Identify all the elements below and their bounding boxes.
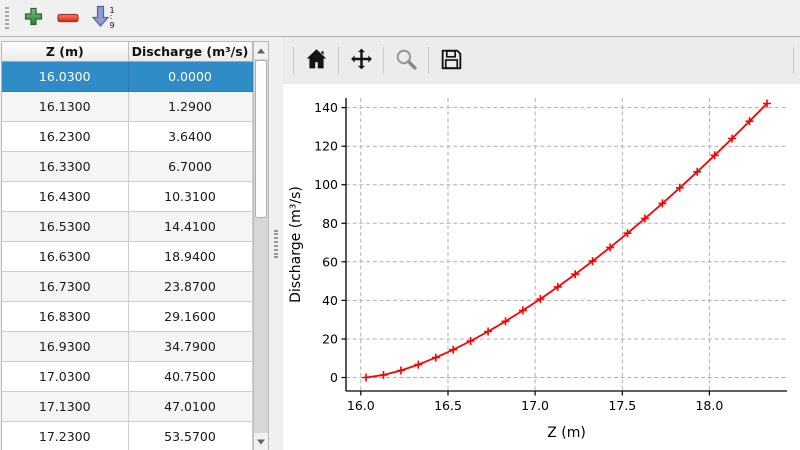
table-cell[interactable]: 16.1300 xyxy=(2,91,128,121)
rating-table: Z (m) Discharge (m³/s) 16.03000.000016.1… xyxy=(2,42,253,450)
magnifier-icon xyxy=(394,47,419,75)
table-cell[interactable]: 10.3100 xyxy=(128,181,252,211)
scrollbar-thumb[interactable] xyxy=(255,60,268,218)
table-cell[interactable]: 34.7900 xyxy=(128,331,252,361)
svg-text:Discharge (m³/s): Discharge (m³/s) xyxy=(288,186,304,303)
table-cell[interactable]: 16.6300 xyxy=(2,241,128,271)
minus-icon xyxy=(57,11,79,26)
table-cell[interactable]: 6.7000 xyxy=(128,151,252,181)
table-cell[interactable]: 17.1300 xyxy=(2,391,128,421)
splitter-handle-icon xyxy=(274,230,278,258)
toolbar-separator xyxy=(293,47,294,74)
svg-text:140: 140 xyxy=(314,100,338,115)
table-cell[interactable]: 17.2300 xyxy=(2,421,128,450)
main-toolbar: 1 9 xyxy=(0,0,800,37)
table-cell[interactable]: 16.2300 xyxy=(2,121,128,151)
table-cell[interactable]: 17.0300 xyxy=(2,361,128,391)
svg-text:17.5: 17.5 xyxy=(608,398,636,413)
svg-text:18.0: 18.0 xyxy=(695,398,723,413)
discharge-rating-chart[interactable]: 16.0 16.5 17.0 17.5 18.0 0 20 40 60 80 100 120 140 Z … xyxy=(283,84,800,450)
table-row[interactable]: 16.930034.7900 xyxy=(2,331,252,361)
home-view-button[interactable] xyxy=(301,46,331,76)
app-window: 1 9 Z (m) Discharge (m³/s) 16.03000.0000… xyxy=(0,0,800,450)
svg-text:60: 60 xyxy=(322,254,338,269)
table-row[interactable]: 16.730023.8700 xyxy=(2,271,252,301)
panel-splitter[interactable] xyxy=(269,37,283,450)
remove-row-button[interactable] xyxy=(55,5,81,31)
column-header-z[interactable]: Z (m) xyxy=(2,42,128,61)
table-row[interactable]: 16.23003.6400 xyxy=(2,121,252,151)
table-row[interactable]: 16.530014.4100 xyxy=(2,211,252,241)
table-cell[interactable]: 16.8300 xyxy=(2,301,128,331)
toolbar-separator xyxy=(383,47,384,74)
table-cell[interactable]: 1.2900 xyxy=(128,91,252,121)
table-cell[interactable]: 0.0000 xyxy=(128,61,252,91)
svg-text:16.0: 16.0 xyxy=(347,398,375,413)
main-content: Z (m) Discharge (m³/s) 16.03000.000016.1… xyxy=(0,37,800,450)
table-row[interactable]: 16.33006.7000 xyxy=(2,151,252,181)
table-cell[interactable]: 29.1600 xyxy=(128,301,252,331)
pan-button[interactable] xyxy=(346,46,376,76)
toolbar-separator xyxy=(338,47,339,74)
add-row-button[interactable] xyxy=(20,5,46,31)
table-row[interactable]: 17.230053.5700 xyxy=(2,421,252,450)
svg-text:20: 20 xyxy=(322,332,338,347)
svg-text:120: 120 xyxy=(314,139,338,154)
svg-text:0: 0 xyxy=(330,370,338,385)
figure-canvas[interactable]: 16.0 16.5 17.0 17.5 18.0 0 20 40 60 80 100 120 140 Z … xyxy=(283,84,800,450)
table-row[interactable]: 16.830029.1600 xyxy=(2,301,252,331)
table-cell[interactable]: 16.4300 xyxy=(2,181,128,211)
chart-panel: 16.0 16.5 17.0 17.5 18.0 0 20 40 60 80 100 120 140 Z … xyxy=(283,37,800,450)
table-row[interactable]: 16.13001.2900 xyxy=(2,91,252,121)
sort-rows-button[interactable]: 1 9 xyxy=(90,5,116,31)
toolbar-separator xyxy=(428,47,429,74)
table-cell[interactable]: 16.5300 xyxy=(2,211,128,241)
table-row[interactable]: 16.03000.0000 xyxy=(2,61,252,91)
table-cell[interactable]: 16.0300 xyxy=(2,61,128,91)
scroll-down-icon xyxy=(257,439,265,444)
save-figure-button[interactable] xyxy=(436,46,466,76)
table-cell[interactable]: 16.7300 xyxy=(2,271,128,301)
column-header-discharge[interactable]: Discharge (m³/s) xyxy=(128,42,252,61)
table-vertical-scrollbar[interactable] xyxy=(253,42,269,450)
move-icon xyxy=(349,47,374,75)
table-row[interactable]: 16.430010.3100 xyxy=(2,181,252,211)
toolbar-grip-handle[interactable] xyxy=(5,7,9,29)
table-cell[interactable]: 16.9300 xyxy=(2,331,128,361)
table-cell[interactable]: 16.3300 xyxy=(2,151,128,181)
zoom-rect-button[interactable] xyxy=(391,46,421,76)
svg-text:100: 100 xyxy=(314,177,338,192)
table-row[interactable]: 16.630018.9400 xyxy=(2,241,252,271)
table-cell[interactable]: 23.8700 xyxy=(128,271,252,301)
table-row[interactable]: 17.130047.0100 xyxy=(2,391,252,421)
table-cell[interactable]: 3.6400 xyxy=(128,121,252,151)
table-cell[interactable]: 47.0100 xyxy=(128,391,252,421)
svg-text:16.5: 16.5 xyxy=(434,398,462,413)
toolbar-separator xyxy=(793,47,794,74)
rating-table-panel: Z (m) Discharge (m³/s) 16.03000.000016.1… xyxy=(1,41,269,450)
table-cell[interactable]: 40.7500 xyxy=(128,361,252,391)
scrollbar-up-button[interactable] xyxy=(254,42,269,59)
scrollbar-down-button[interactable] xyxy=(254,433,269,450)
table-cell[interactable]: 14.4100 xyxy=(128,211,252,241)
table-cell[interactable]: 18.9400 xyxy=(128,241,252,271)
svg-text:Z (m): Z (m) xyxy=(547,425,586,441)
save-icon xyxy=(439,47,464,75)
svg-text:1: 1 xyxy=(109,6,114,15)
svg-text:17.0: 17.0 xyxy=(521,398,549,413)
table-cell[interactable]: 53.5700 xyxy=(128,421,252,450)
svg-text:80: 80 xyxy=(322,216,338,231)
home-icon xyxy=(304,47,329,75)
scroll-up-icon xyxy=(257,48,265,53)
table-row[interactable]: 17.030040.7500 xyxy=(2,361,252,391)
sort-numeric-down-icon: 1 9 xyxy=(90,5,117,32)
chart-nav-toolbar xyxy=(283,37,800,84)
plus-icon xyxy=(24,7,43,29)
svg-text:9: 9 xyxy=(109,21,114,29)
svg-text:40: 40 xyxy=(322,293,338,308)
